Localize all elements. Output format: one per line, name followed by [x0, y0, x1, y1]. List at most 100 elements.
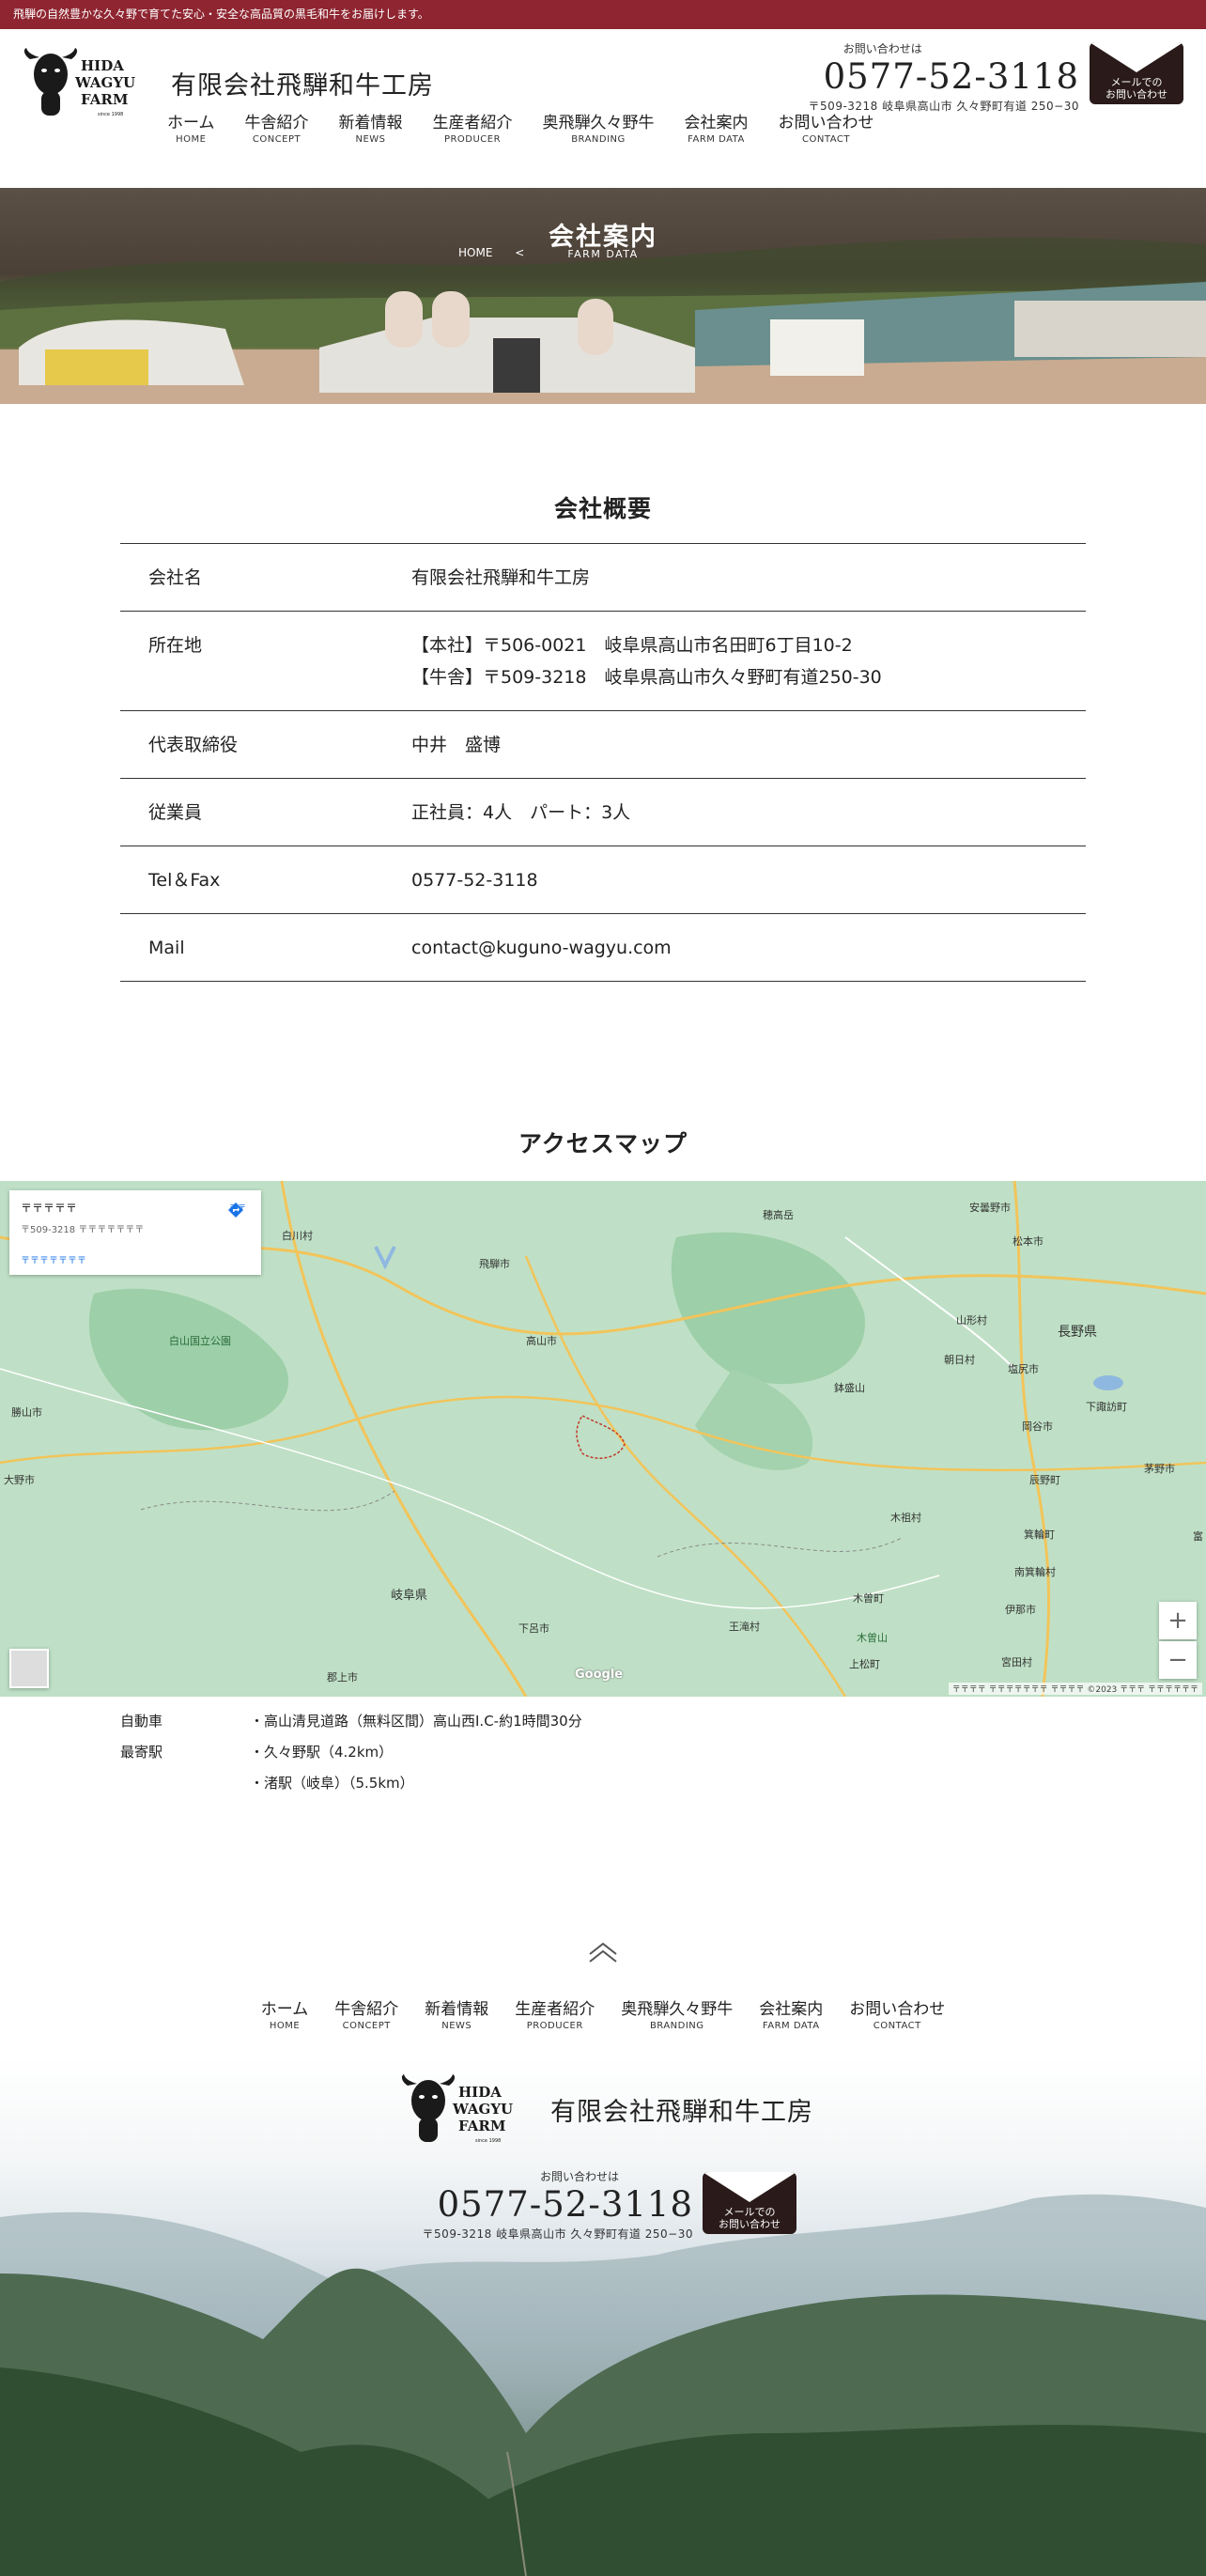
page-top-icon[interactable] [587, 1941, 619, 1965]
nav-item-farm-data[interactable]: 会社案内 FARM DATA [685, 109, 749, 145]
map-label: 富 [1193, 1530, 1203, 1543]
footer-nav-concept[interactable]: 牛舎紹介 CONCEPT [334, 1995, 398, 2031]
access-key: 自動車 [120, 1713, 163, 1730]
map-label: 岡谷市 [1022, 1420, 1053, 1433]
nav-sublabel: CONTACT [802, 134, 850, 145]
farm-logo[interactable]: HIDA WAGYU FARM since 1998 [23, 46, 159, 121]
mail-label-line1: メールでの [723, 2206, 776, 2218]
footer-nav-branding[interactable]: 奥飛騨久々野牛 BRANDING [621, 1995, 733, 2031]
nav-sublabel: BRANDING [571, 134, 626, 145]
footer-company-name[interactable]: 有限会社飛騨和牛工房 [550, 2091, 813, 2128]
nav-sublabel: PRODUCER [526, 2021, 583, 2031]
zoom-in-button[interactable]: + [1159, 1602, 1197, 1639]
table-row: Mail contact@kuguno-wagyu.com [120, 913, 1086, 982]
row-value: contact@kuguno-wagyu.com [411, 914, 1086, 982]
map-label: 高山市 [526, 1335, 557, 1347]
logo-line1: HIDA [81, 57, 124, 74]
footer-phone-number[interactable]: 0577-52-3118 [410, 2184, 693, 2226]
logo-line3: FARM [81, 91, 128, 108]
phone-number[interactable]: 0577-52-3118 [809, 56, 1079, 98]
envelope-icon [703, 2172, 796, 2202]
nav-label: 会社案内 [684, 114, 749, 132]
map-label: 郡上市 [327, 1671, 358, 1684]
map-type-toggle[interactable] [9, 1649, 49, 1688]
logo-line1: HIDA [458, 2084, 502, 2101]
footer-nav-producer[interactable]: 生産者紹介 PRODUCER [515, 1995, 595, 2031]
nav-item-concept[interactable]: 牛舎紹介 CONCEPT [245, 109, 309, 145]
nav-sublabel: HOME [176, 134, 207, 145]
row-key: 会社名 [148, 567, 203, 588]
mail-label-line2: お問い合わせ [719, 2218, 781, 2230]
map-label: 伊那市 [1005, 1604, 1036, 1616]
row-value: 【本社】〒506-0021 岐阜県高山市名田町6丁目10-2 【牛舎】〒509-… [411, 612, 1086, 711]
map-label: 木祖村 [890, 1512, 921, 1524]
directions-button[interactable]: 〒〒 [227, 1202, 248, 1218]
mail-contact-button[interactable]: メールでの お問い合わせ [1090, 42, 1183, 104]
nav-label: 奥飛騨久々野牛 [542, 114, 655, 132]
logo-since: since 1998 [98, 112, 123, 117]
larger-map-link[interactable]: 〒〒〒〒〒〒〒 [21, 1252, 250, 1266]
google-logo: Google [575, 1668, 624, 1682]
mountain-landscape [0, 2194, 1206, 2576]
footer-farm-logo[interactable]: HIDA WAGYU FARM since 1998 [400, 2072, 536, 2148]
nav-item-contact[interactable]: お問い合わせ CONTACT [779, 109, 874, 145]
map-label: 白川村 [282, 1230, 313, 1242]
footer-mail-button[interactable]: メールでの お問い合わせ [703, 2172, 796, 2234]
map-label: 山形村 [956, 1314, 987, 1327]
logo-line3: FARM [458, 2118, 505, 2134]
map-label: 勝山市 [11, 1406, 42, 1419]
nav-sublabel: CONCEPT [252, 134, 302, 145]
nav-label: 新着情報 [338, 114, 403, 132]
row-key: Tel＆Fax [148, 870, 221, 891]
map-label: 辰野町 [1029, 1474, 1060, 1486]
place-address: 〒509-3218 〒〒〒〒〒〒〒 [21, 1225, 145, 1235]
map-label: 白山国立公園 [169, 1335, 231, 1347]
row-key: 従業員 [148, 802, 203, 823]
map-label: 下諏訪町 [1086, 1401, 1127, 1413]
access-row: 最寄駅 ・久々野駅（4.2km） [120, 1737, 1086, 1768]
map-label: 安曇野市 [969, 1202, 1011, 1214]
footer-nav-farm-data[interactable]: 会社案内 FARM DATA [759, 1995, 823, 2031]
access-value: ・久々野駅（4.2km） [250, 1744, 394, 1761]
email-link[interactable]: contact@kuguno-wagyu.com [411, 932, 1086, 964]
map-label: 大野市 [4, 1474, 35, 1486]
nav-label: お問い合わせ [849, 2000, 946, 2019]
footer-nav: ホーム HOME 牛舎紹介 CONCEPT 新着情報 NEWS 生産者紹介 PRODUC… [0, 1995, 1206, 2031]
top-announcement-bar: 飛騨の自然豊かな久々野で育てた安心・安全な高品質の黒毛和牛をお届けします。 [0, 0, 1206, 29]
nav-item-home[interactable]: ホーム HOME [167, 109, 215, 145]
value-line: 中井 盛博 [411, 735, 502, 755]
map-attribution[interactable]: 〒〒〒〒 〒〒〒〒〒〒〒 〒〒〒〒 ©2023 〒〒〒 〒〒〒〒〒〒 [948, 1683, 1202, 1695]
access-row: ・渚駅（岐阜）（5.5km） [120, 1768, 1086, 1799]
row-key: 所在地 [148, 635, 203, 656]
mail-button-label: メールでの お問い合わせ [1090, 76, 1183, 101]
farm-address: 〒509-3218 岐阜県高山市 久々野町有道 250−30 [808, 100, 1079, 113]
footer-nav-news[interactable]: 新着情報 NEWS [425, 1995, 488, 2031]
nav-item-branding[interactable]: 奥飛騨久々野牛 BRANDING [543, 109, 655, 145]
map-label: 岐阜県 [391, 1589, 428, 1603]
nav-sublabel: CONCEPT [342, 2021, 391, 2031]
main-nav: ホーム HOME 牛舎紹介 CONCEPT 新着情報 NEWS 生産者紹介 PRODUC… [167, 109, 904, 145]
map-label: 松本市 [1013, 1235, 1044, 1248]
row-key: 代表取締役 [148, 735, 239, 755]
footer-nav-contact[interactable]: お問い合わせ CONTACT [849, 1995, 945, 2031]
company-name[interactable]: 有限会社飛騨和牛工房 [171, 65, 434, 101]
zoom-out-button[interactable]: − [1159, 1641, 1197, 1679]
nav-item-producer[interactable]: 生産者紹介 PRODUCER [433, 109, 513, 145]
announcement-text: 飛騨の自然豊かな久々野で育てた安心・安全な高品質の黒毛和牛をお届けします。 [13, 8, 429, 21]
map-label: 朝日村 [944, 1354, 975, 1366]
envelope-icon [1090, 42, 1183, 72]
footer-nav-home[interactable]: ホーム HOME [261, 1995, 309, 2031]
mail-label-line1: メールでの [1110, 76, 1163, 88]
map-label: 上松町 [849, 1658, 880, 1670]
company-info-table: 会社名 有限会社飛騨和牛工房 所在地 【本社】〒506-0021 岐阜県高山市名… [120, 543, 1086, 982]
logo-line2: WAGYU [452, 2101, 513, 2118]
value-line: 0577-52-3118 [411, 870, 538, 891]
map-label: 宮田村 [1001, 1656, 1032, 1668]
map-label: 箕輪町 [1024, 1529, 1055, 1541]
map-label: 鉢盛山 [834, 1382, 865, 1394]
page-hero-banner: 会社案内 HOME < FARM DATA [0, 188, 1206, 404]
access-key: 最寄駅 [120, 1744, 163, 1761]
logo-line2: WAGYU [74, 74, 135, 91]
nav-item-news[interactable]: 新着情報 NEWS [339, 109, 403, 145]
google-map[interactable]: 白川村 飛騨市 穂高岳 安曇野市 松本市 山形村 長野県 朝日村 塩尻市 白山国… [0, 1181, 1206, 1697]
